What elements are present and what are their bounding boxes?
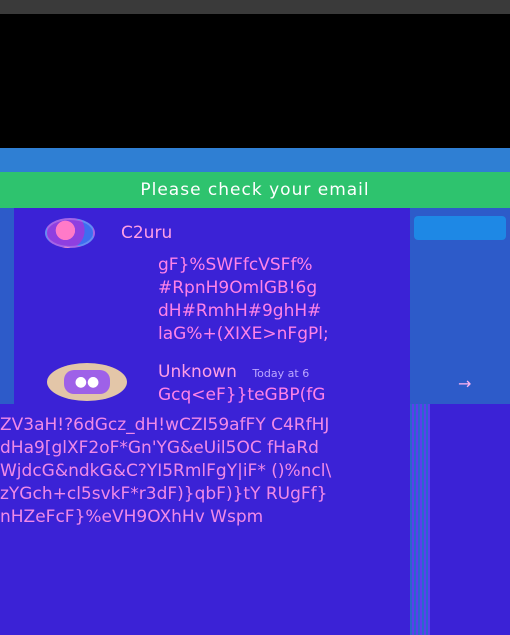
main-panel: C2uru gF}%SWFfcVSFf% #RpnH9OmlGB!6g dH#R… [0, 208, 510, 635]
left-sidebar [0, 208, 14, 404]
text-line: WjdcG&ndkG&C?YI5RmlFgY|iF* ()%ncl\ [0, 461, 332, 481]
garbled-text-block: ZV3aH!?6dGcz_dH!wCZI59afFY C4RfHJ dHa9[g… [0, 414, 510, 529]
right-sidebar-button[interactable] [414, 216, 506, 240]
message-line: dH#RmhH#9ghH# [158, 301, 322, 321]
message-body: gF}%SWFfcVSFf% #RpnH9OmlGB!6g dH#RmhH#9g… [158, 254, 410, 346]
blue-strip [0, 148, 510, 172]
avatar [45, 218, 95, 248]
message-timestamp: Today at 6 [252, 367, 310, 380]
discord-icon: ●● [64, 370, 110, 394]
title-bar [0, 0, 510, 14]
banner-text: Please check your email [140, 180, 370, 200]
text-line: ZV3aH!?6dGcz_dH!wCZI59afFY C4RfHJ [0, 415, 330, 435]
text-line: nHZeFcF}%eVH9OXhHv Wspm [0, 507, 264, 527]
message-header: Unknown Today at 6 [158, 362, 309, 382]
message-line: laG%+(XIXE>nFgPl; [158, 324, 329, 344]
black-band [0, 14, 510, 148]
user-row[interactable]: C2uru [45, 218, 172, 248]
message-line: gF}%SWFfcVSFf% [158, 255, 313, 275]
arrow-right-icon[interactable]: → [458, 374, 471, 393]
email-notice-banner: Please check your email [0, 172, 510, 208]
message-author[interactable]: Unknown [158, 362, 237, 382]
username: C2uru [121, 223, 173, 243]
message-line: #RpnH9OmlGB!6g [158, 278, 318, 298]
text-line: zYGch+cl5svkF*r3dF)}qbF)}tY RUgFf} [0, 484, 328, 504]
message-avatar[interactable]: ●● [47, 363, 127, 401]
message-text: Gcq<eF}}teGBP(fG [158, 385, 326, 405]
text-line: dHa9[glXF2oF*Gn'YG&eUil5OC fHaRd [0, 438, 319, 458]
